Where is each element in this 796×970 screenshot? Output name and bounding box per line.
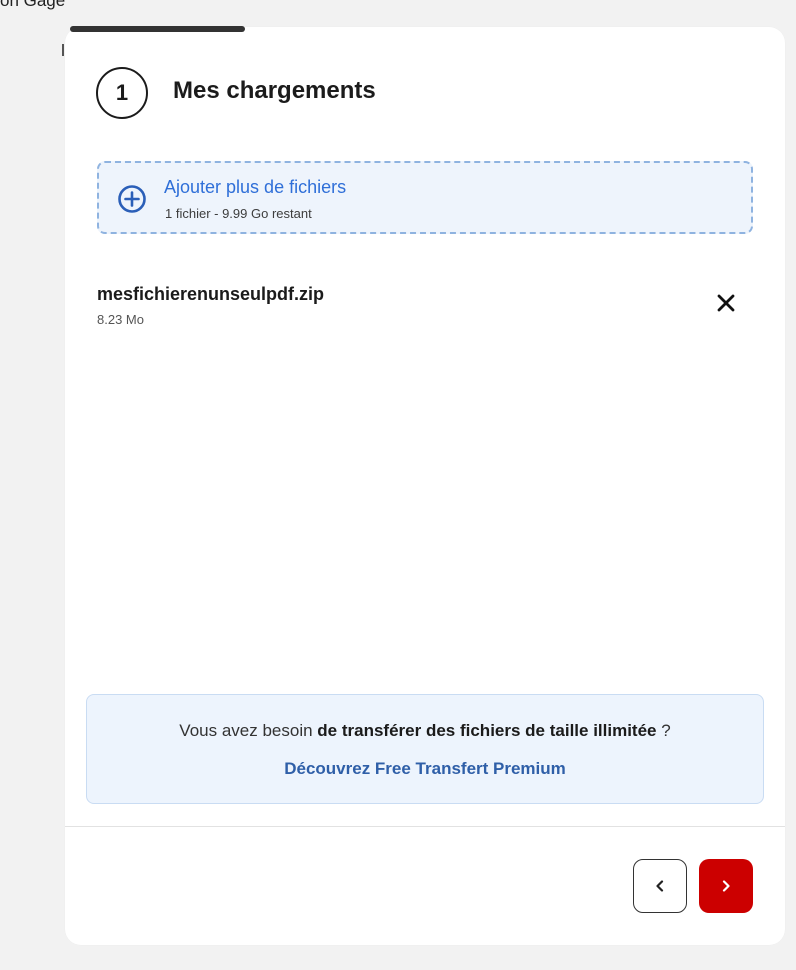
premium-link[interactable]: Découvrez Free Transfert Premium xyxy=(87,759,763,779)
file-list-item: mesfichierenunseulpdf.zip 8.23 Mo xyxy=(97,280,753,336)
add-files-label: Ajouter plus de fichiers xyxy=(164,177,347,197)
close-icon[interactable] xyxy=(715,292,737,314)
step-number-badge: 1 xyxy=(96,67,148,119)
previous-button[interactable] xyxy=(633,859,687,913)
page: on Gage 1 Mes chargements Ajouter plus d… xyxy=(0,0,796,970)
tick-mark xyxy=(62,44,64,56)
add-files-button[interactable]: Ajouter plus de fichiers 1 fichier - 9.9… xyxy=(97,161,753,234)
add-files-remaining: 1 fichier - 9.99 Go restant xyxy=(165,206,312,221)
step-progress-bar xyxy=(70,26,245,32)
chevron-left-icon xyxy=(656,880,664,892)
chevron-right-icon xyxy=(722,880,730,892)
file-name: mesfichierenunseulpdf.zip xyxy=(97,284,325,304)
clipped-header-text: on Gage xyxy=(0,0,66,10)
file-size: 8.23 Mo xyxy=(97,312,144,327)
promo-text-bold: de transférer des fichiers de taille ill… xyxy=(317,721,657,740)
promo-text-after: ? xyxy=(661,721,671,740)
plus-circle-icon xyxy=(118,185,146,213)
next-button[interactable] xyxy=(699,859,753,913)
promo-text-before: Vous avez besoin xyxy=(179,721,313,740)
step-title: Mes chargements xyxy=(173,77,376,104)
footer-divider xyxy=(65,826,785,827)
promo-text: Vous avez besoin de transférer des fichi… xyxy=(87,721,763,741)
premium-promo-box: Vous avez besoin de transférer des fichi… xyxy=(86,694,764,804)
